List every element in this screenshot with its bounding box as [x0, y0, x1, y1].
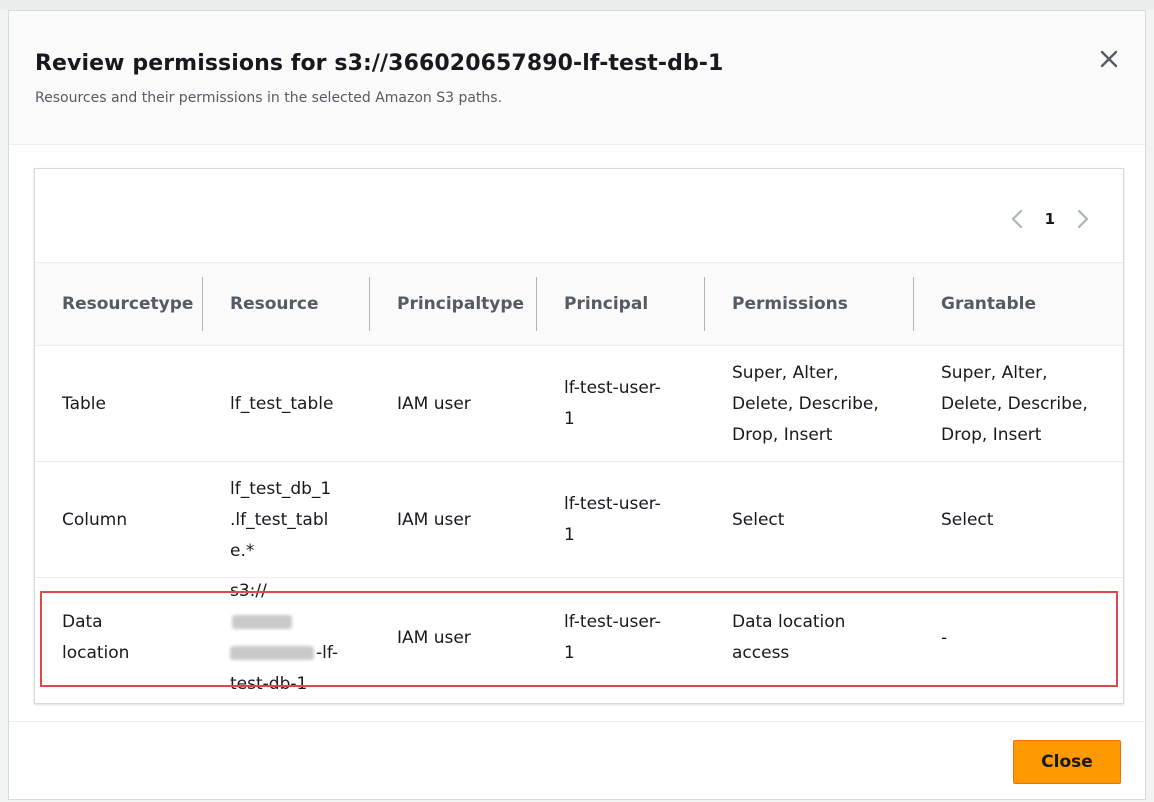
header-principal[interactable]: Principal — [564, 263, 704, 345]
page-backdrop — [0, 0, 1154, 10]
cell-grantable: - — [941, 627, 948, 648]
cell-resource-type: Table — [62, 393, 106, 414]
cell-principal-type: IAM user — [397, 509, 471, 530]
table-header: Resourcetype Resource Principaltype Prin… — [35, 262, 1123, 346]
cell-permissions: Select — [732, 509, 785, 530]
modal-footer: Close — [9, 721, 1145, 801]
header-permissions[interactable]: Permissions — [732, 263, 912, 345]
header-resource-type[interactable]: Resourcetype — [62, 263, 202, 345]
table-row: Column lf_test_db_1 .lf_test_tabl e.* IAM … — [35, 462, 1123, 578]
column-resizer[interactable] — [913, 277, 914, 331]
pagination: 1 — [1007, 205, 1093, 233]
cell-principal: lf-test-user- 1 — [564, 612, 661, 663]
modal-header: Review permissions for s3://366020657890… — [9, 11, 1145, 145]
cell-resource-type: Column — [62, 509, 128, 530]
header-grantable[interactable]: Grantable — [941, 263, 1121, 345]
close-button[interactable]: Close — [1013, 740, 1121, 784]
pagination-page-1[interactable]: 1 — [1045, 210, 1055, 228]
chevron-left-icon[interactable] — [1007, 207, 1027, 231]
cell-principal-type: IAM user — [397, 393, 471, 414]
chevron-right-icon[interactable] — [1073, 207, 1093, 231]
cell-permissions: Super, Alter, Delete, Describe, Drop, Inse… — [732, 362, 879, 445]
column-resizer[interactable] — [202, 277, 203, 331]
cell-principal: lf-test-user- 1 — [564, 378, 661, 429]
cell-permissions: Data location access — [732, 612, 846, 663]
review-permissions-modal: Review permissions for s3://366020657890… — [8, 10, 1146, 800]
cell-principal: lf-test-user- 1 — [564, 494, 661, 545]
cell-resource: lf_test_db_1 .lf_test_tabl e.* — [230, 478, 332, 561]
redacted-text — [232, 615, 292, 629]
column-resizer[interactable] — [369, 277, 370, 331]
modal-subtitle: Resources and their permissions in the s… — [35, 90, 503, 106]
permissions-table-container: 1 Resourcetype Resource Principaltype Pr… — [34, 168, 1124, 704]
header-principal-type[interactable]: Principaltype — [397, 263, 537, 345]
cell-grantable: Super, Alter, Delete, Describe, Drop, Inse… — [941, 362, 1088, 445]
header-resource[interactable]: Resource — [230, 263, 365, 345]
table-row: Table lf_test_table IAM user lf-test-use… — [35, 346, 1123, 462]
column-resizer[interactable] — [536, 277, 537, 331]
close-icon[interactable] — [1095, 45, 1123, 73]
column-resizer[interactable] — [704, 277, 705, 331]
cell-resource: lf_test_table — [230, 393, 334, 414]
table-row: Data location s3:// -lf- test-db-1 IAM us… — [35, 578, 1123, 698]
redacted-text — [230, 646, 314, 660]
cell-resource: s3:// -lf- test-db-1 — [230, 581, 339, 694]
cell-resource-type: Data location — [62, 612, 130, 663]
cell-principal-type: IAM user — [397, 627, 471, 648]
modal-title: Review permissions for s3://366020657890… — [35, 51, 724, 76]
cell-grantable: Select — [941, 509, 994, 530]
